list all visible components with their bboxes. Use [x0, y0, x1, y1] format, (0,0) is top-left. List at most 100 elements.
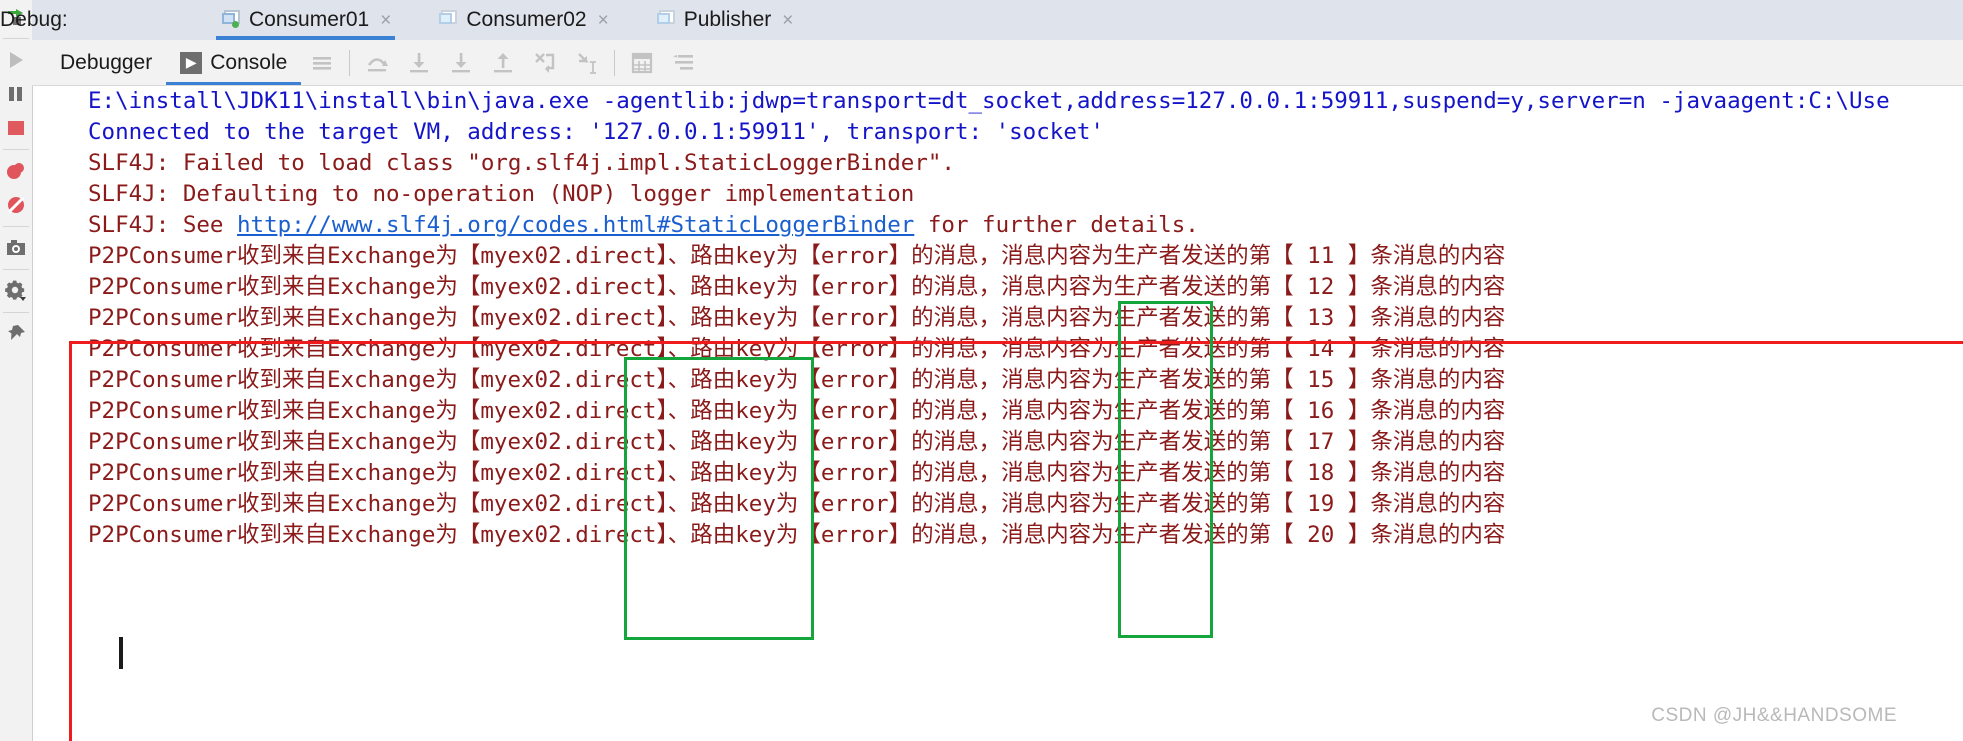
message-number: 【 15 】 — [1271, 367, 1371, 393]
soft-wrap-icon[interactable] — [663, 40, 705, 85]
console-label: Console — [210, 50, 288, 74]
tab-console[interactable]: ▶ Console — [166, 40, 302, 85]
consumer-message-line: P2PConsumer收到来自Exchange为【myex02.direct】、… — [88, 427, 1890, 458]
strip-divider — [3, 269, 29, 270]
message-number: 【 20 】 — [1271, 522, 1371, 548]
message-number: 【 11 】 — [1271, 243, 1371, 269]
message-exchange-part: P2PConsumer收到来自Exchange为【myex02.direct】、 — [88, 491, 691, 517]
message-exchange-part: P2PConsumer收到来自Exchange为【myex02.direct】、 — [88, 336, 691, 362]
message-routingkey-part: 路由key为【error】 — [690, 243, 912, 269]
message-number: 【 13 】 — [1271, 305, 1371, 331]
run-configuration-tabbar: Debug: Consumer01 × Consumer02 × Publish… — [0, 0, 1963, 40]
watermark: CSDN @JH&&HANDSOME — [1651, 705, 1897, 726]
consumer-message-lines: P2PConsumer收到来自Exchange为【myex02.direct】、… — [88, 241, 1890, 551]
see-prefix: SLF4J: See — [88, 212, 238, 238]
force-step-into-icon[interactable] — [440, 40, 482, 85]
message-body-prefix: 的消息，消息内容为生产者发送的第 — [911, 274, 1272, 300]
console-output-panel[interactable]: E:\install\JDK11\install\bin\java.exe -a… — [33, 86, 1963, 741]
close-icon[interactable]: × — [782, 11, 793, 30]
toolbar-divider — [349, 49, 351, 76]
stop-icon[interactable] — [1, 111, 31, 145]
message-routingkey-part: 路由key为【error】 — [690, 367, 912, 393]
consumer-message-line: P2PConsumer收到来自Exchange为【myex02.direct】、… — [88, 489, 1890, 520]
message-number: 【 19 】 — [1271, 491, 1371, 517]
consumer-message-line: P2PConsumer收到来自Exchange为【myex02.direct】、… — [88, 458, 1890, 489]
tab-debugger[interactable]: Debugger — [46, 40, 166, 85]
debug-actions-strip — [0, 0, 33, 741]
tab-consumer02[interactable]: Consumer02 × — [427, 0, 618, 40]
settings-icon[interactable] — [1, 274, 31, 308]
strip-divider — [3, 312, 29, 313]
message-body-prefix: 的消息，消息内容为生产者发送的第 — [911, 491, 1272, 517]
console-caret — [119, 637, 123, 669]
close-icon[interactable]: × — [598, 11, 609, 30]
run-config-icon — [439, 10, 459, 30]
pause-icon[interactable] — [1, 77, 31, 111]
consumer-message-line: P2PConsumer收到来自Exchange为【myex02.direct】、… — [88, 272, 1890, 303]
mute-breakpoints-icon[interactable] — [1, 188, 31, 222]
console-icon: ▶ — [180, 51, 203, 74]
message-routingkey-part: 路由key为【error】 — [690, 336, 912, 362]
debug-toolbar: Debugger ▶ Console — [32, 40, 1963, 86]
console-lines: E:\install\JDK11\install\bin\java.exe -a… — [88, 86, 1890, 551]
message-body-prefix: 的消息，消息内容为生产者发送的第 — [911, 460, 1272, 486]
message-body-prefix: 的消息，消息内容为生产者发送的第 — [911, 398, 1272, 424]
message-exchange-part: P2PConsumer收到来自Exchange为【myex02.direct】、 — [88, 522, 691, 548]
message-routingkey-part: 路由key为【error】 — [690, 522, 912, 548]
debug-tool-window: Debug: Consumer01 × Consumer02 × Publish… — [0, 0, 1963, 741]
message-body-suffix: 条消息的内容 — [1370, 336, 1506, 362]
tab-label: Consumer02 — [466, 8, 587, 31]
message-body-suffix: 条消息的内容 — [1370, 367, 1506, 393]
message-body-prefix: 的消息，消息内容为生产者发送的第 — [911, 243, 1272, 269]
tab-consumer01[interactable]: Consumer01 × — [210, 0, 402, 40]
message-body-suffix: 条消息的内容 — [1370, 398, 1506, 424]
resume-icon[interactable] — [1, 43, 31, 77]
toolbar-divider — [614, 49, 616, 76]
run-config-icon — [656, 10, 677, 30]
message-exchange-part: P2PConsumer收到来自Exchange为【myex02.direct】、 — [88, 429, 691, 455]
message-body-prefix: 的消息，消息内容为生产者发送的第 — [911, 305, 1272, 331]
run-config-icon — [222, 10, 242, 30]
message-number: 【 12 】 — [1271, 274, 1371, 300]
drop-frame-icon[interactable] — [524, 40, 566, 85]
consumer-message-line: P2PConsumer收到来自Exchange为【myex02.direct】、… — [88, 365, 1890, 396]
frames-list-icon[interactable] — [301, 40, 343, 85]
slf4j-codes-link[interactable]: http://www.slf4j.org/codes.html#StaticLo… — [237, 212, 914, 238]
consumer-message-line: P2PConsumer收到来自Exchange为【myex02.direct】、… — [88, 520, 1890, 551]
run-to-cursor-icon[interactable] — [566, 40, 608, 85]
tab-label: Publisher — [683, 8, 772, 31]
message-routingkey-part: 路由key为【error】 — [690, 398, 912, 424]
tab-label: Consumer01 — [249, 8, 370, 31]
tab-publisher[interactable]: Publisher × — [645, 0, 804, 40]
message-routingkey-part: 路由key为【error】 — [690, 305, 912, 331]
evaluate-expression-icon[interactable] — [621, 40, 663, 85]
message-routingkey-part: 路由key为【error】 — [690, 429, 912, 455]
message-number: 【 18 】 — [1271, 460, 1371, 486]
message-routingkey-part: 路由key为【error】 — [690, 274, 912, 300]
message-exchange-part: P2PConsumer收到来自Exchange为【myex02.direct】、 — [88, 398, 691, 424]
message-body-suffix: 条消息的内容 — [1370, 243, 1506, 269]
message-body-suffix: 条消息的内容 — [1370, 274, 1506, 300]
screenshot-icon[interactable] — [1, 231, 31, 265]
step-over-icon[interactable] — [356, 40, 398, 85]
step-into-icon[interactable] — [398, 40, 440, 85]
message-exchange-part: P2PConsumer收到来自Exchange为【myex02.direct】、 — [88, 274, 691, 300]
message-body-prefix: 的消息，消息内容为生产者发送的第 — [911, 429, 1272, 455]
message-exchange-part: P2PConsumer收到来自Exchange为【myex02.direct】、 — [88, 367, 691, 393]
view-breakpoints-icon[interactable] — [1, 154, 31, 188]
message-routingkey-part: 路由key为【error】 — [690, 460, 912, 486]
consumer-message-line: P2PConsumer收到来自Exchange为【myex02.direct】、… — [88, 303, 1890, 334]
pin-tab-icon[interactable] — [1, 317, 31, 351]
consumer-message-line: P2PConsumer收到来自Exchange为【myex02.direct】、… — [88, 396, 1890, 427]
message-body-suffix: 条消息的内容 — [1370, 491, 1506, 517]
consumer-message-line: P2PConsumer收到来自Exchange为【myex02.direct】、… — [88, 334, 1890, 365]
message-body-suffix: 条消息的内容 — [1370, 305, 1506, 331]
consumer-message-line: P2PConsumer收到来自Exchange为【myex02.direct】、… — [88, 241, 1890, 272]
close-icon[interactable]: × — [380, 11, 391, 30]
message-body-suffix: 条消息的内容 — [1370, 522, 1506, 548]
console-line-slf4j-see: SLF4J: See http://www.slf4j.org/codes.ht… — [88, 210, 1890, 241]
see-suffix: for further details. — [914, 212, 1199, 238]
message-exchange-part: P2PConsumer收到来自Exchange为【myex02.direct】、 — [88, 305, 691, 331]
message-body-suffix: 条消息的内容 — [1370, 429, 1506, 455]
step-out-icon[interactable] — [482, 40, 524, 85]
